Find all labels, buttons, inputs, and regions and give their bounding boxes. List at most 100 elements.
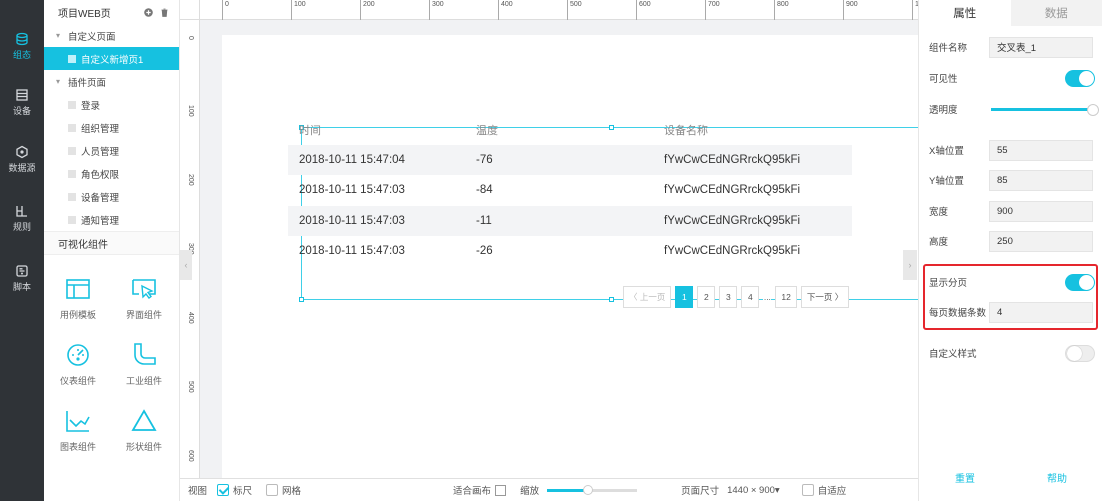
fit-label: 适合画布 (453, 486, 492, 497)
nav-label: 设备 (12, 105, 31, 116)
prop-label: 宽度 (929, 207, 949, 218)
checkbox-checked-icon (217, 484, 230, 496)
prop-custom-style-row: 自定义样式 (929, 342, 1095, 364)
page-icon (68, 169, 76, 178)
page-button-4[interactable]: 4 (741, 286, 760, 308)
page-button-12[interactable]: 12 (775, 286, 797, 308)
table-cell: 2018-10-11 15:47:03 (299, 215, 405, 227)
ruler-toggle[interactable]: 标尺 (217, 483, 252, 497)
adaptive-toggle[interactable]: 自适应 (801, 483, 847, 497)
component-shape[interactable]: 形状组件 (114, 408, 174, 453)
width-input[interactable]: 900 (989, 200, 1093, 222)
component-chart[interactable]: 图表组件 (48, 408, 108, 453)
tree-item-notify[interactable]: 通知管理 (44, 208, 179, 231)
page-icon (68, 100, 76, 109)
tab-data[interactable]: 数据 (1010, 0, 1102, 26)
component-label: 形状组件 (125, 442, 162, 452)
nav-item-rule[interactable]: 规则 (0, 196, 44, 240)
component-label: 图表组件 (59, 442, 96, 452)
table-cell: fYwCwCEdNGRrckQ95kFi (664, 215, 801, 227)
nav-item-zutai[interactable]: 组态 (0, 24, 44, 68)
tree-item-org[interactable]: 组织管理 (44, 116, 179, 139)
tab-properties[interactable]: 属性 (919, 0, 1011, 26)
tree-item-custom-page[interactable]: 自定义新增页1 (44, 47, 179, 70)
chevron-right-icon: › (908, 260, 912, 270)
help-button[interactable]: 帮助 (1011, 470, 1102, 485)
prev-page-button[interactable]: 〈 上一页 (623, 286, 672, 308)
component-label: 界面组件 (125, 310, 162, 320)
nav-item-script[interactable]: 脚本 (0, 256, 44, 300)
table-header: 时间 温度 设备名称 (288, 118, 852, 142)
tree-group-plugin[interactable]: ▾ 插件页面 (44, 70, 179, 93)
reset-button[interactable]: 重置 (919, 470, 1011, 485)
opacity-slider[interactable] (991, 103, 1099, 116)
ruler-tick-label: 100 (291, 0, 306, 20)
caret-down-icon: ▾ (56, 31, 61, 40)
components-title: 可视化组件 (44, 231, 179, 255)
prop-label: Y轴位置 (929, 176, 964, 187)
page-icon (68, 54, 76, 63)
trash-icon[interactable] (160, 8, 169, 17)
tree-item-label: 组织管理 (81, 123, 120, 135)
pagination: 〈 上一页 1 2 3 4 ... 12 下一页 〉 (623, 286, 850, 308)
page-ellipsis: ... (763, 286, 772, 308)
prop-height-row: 高度 250 (929, 230, 1095, 252)
nav-item-datasource[interactable]: 数据源 (0, 137, 44, 181)
x-position-input[interactable]: 55 (989, 139, 1093, 161)
page-icon (68, 123, 76, 132)
zoom-slider-knob[interactable] (582, 484, 593, 495)
tree-title: 项目WEB页 (58, 8, 111, 20)
cross-table-widget[interactable]: 时间 温度 设备名称 2018-10-11 15:47:04 -76 fYwCw… (260, 90, 880, 330)
panel-actions: 重置 帮助 (919, 470, 1102, 485)
tree-item-label: 设备管理 (81, 192, 120, 204)
tree-group-label: 自定义页面 (68, 31, 116, 43)
table-cell: 2018-10-11 15:47:03 (299, 184, 405, 196)
grid-toggle[interactable]: 网格 (266, 483, 301, 497)
component-label: 用例模板 (59, 310, 96, 320)
prop-label: 高度 (929, 237, 949, 248)
height-input[interactable]: 250 (989, 230, 1093, 252)
collapse-right-panel[interactable]: › (903, 250, 917, 280)
adaptive-label: 自适应 (817, 486, 847, 497)
zoom-slider-fill (547, 488, 588, 492)
page-button-1[interactable]: 1 (675, 286, 694, 308)
nav-item-device[interactable]: 设备 (0, 80, 44, 124)
prop-name-row: 组件名称 交叉表_1 (929, 36, 1095, 58)
collapse-left-panel[interactable]: ‹ (180, 250, 192, 280)
page-button-3[interactable]: 3 (719, 286, 738, 308)
properties-panel: 属性 数据 组件名称 交叉表_1 可见性 透明度 X轴位置 55 Y轴位置 85… (918, 0, 1102, 501)
page-size-select[interactable]: 1440 × 900▾ (727, 485, 780, 496)
page-icon (68, 215, 76, 224)
ruler-tick-label: 200 (187, 174, 194, 186)
layers-icon (16, 32, 28, 45)
rule-icon (16, 205, 27, 217)
tree-item-label: 通知管理 (81, 215, 120, 227)
component-template[interactable]: 用例模板 (48, 276, 108, 321)
ruler-tick-label: 0 (187, 36, 194, 40)
tree-item-people[interactable]: 人员管理 (44, 139, 179, 162)
page-button-2[interactable]: 2 (697, 286, 716, 308)
column-header: 设备名称 (664, 125, 708, 137)
y-position-input[interactable]: 85 (989, 169, 1093, 191)
table-cell: fYwCwCEdNGRrckQ95kFi (664, 154, 801, 166)
component-gauge[interactable]: 仪表组件 (48, 342, 108, 387)
add-icon[interactable] (144, 7, 153, 17)
ruler-tick-label: 800 (774, 0, 789, 20)
table-cell: -26 (476, 245, 493, 257)
component-industrial[interactable]: 工业组件 (114, 342, 174, 387)
fit-canvas-button[interactable]: 适合画布 (453, 483, 507, 497)
visibility-toggle[interactable] (1065, 69, 1095, 87)
prop-x-row: X轴位置 55 (929, 139, 1095, 161)
prop-label: 可见性 (929, 74, 958, 85)
tree-item-devices[interactable]: 设备管理 (44, 185, 179, 208)
zoom-slider[interactable] (547, 484, 638, 495)
design-canvas[interactable]: 时间 温度 设备名称 2018-10-11 15:47:04 -76 fYwCw… (180, 0, 918, 478)
tree-item-login[interactable]: 登录 (44, 93, 179, 116)
next-page-button[interactable]: 下一页 〉 (800, 286, 850, 308)
tree-group-custom[interactable]: ▾ 自定义页面 (44, 24, 179, 47)
component-name-input[interactable]: 交叉表_1 (989, 36, 1093, 58)
chevron-left-icon: ‹ (184, 260, 188, 270)
tree-item-roles[interactable]: 角色权限 (44, 162, 179, 185)
component-ui[interactable]: 界面组件 (114, 276, 174, 321)
custom-style-toggle[interactable] (1065, 344, 1095, 362)
